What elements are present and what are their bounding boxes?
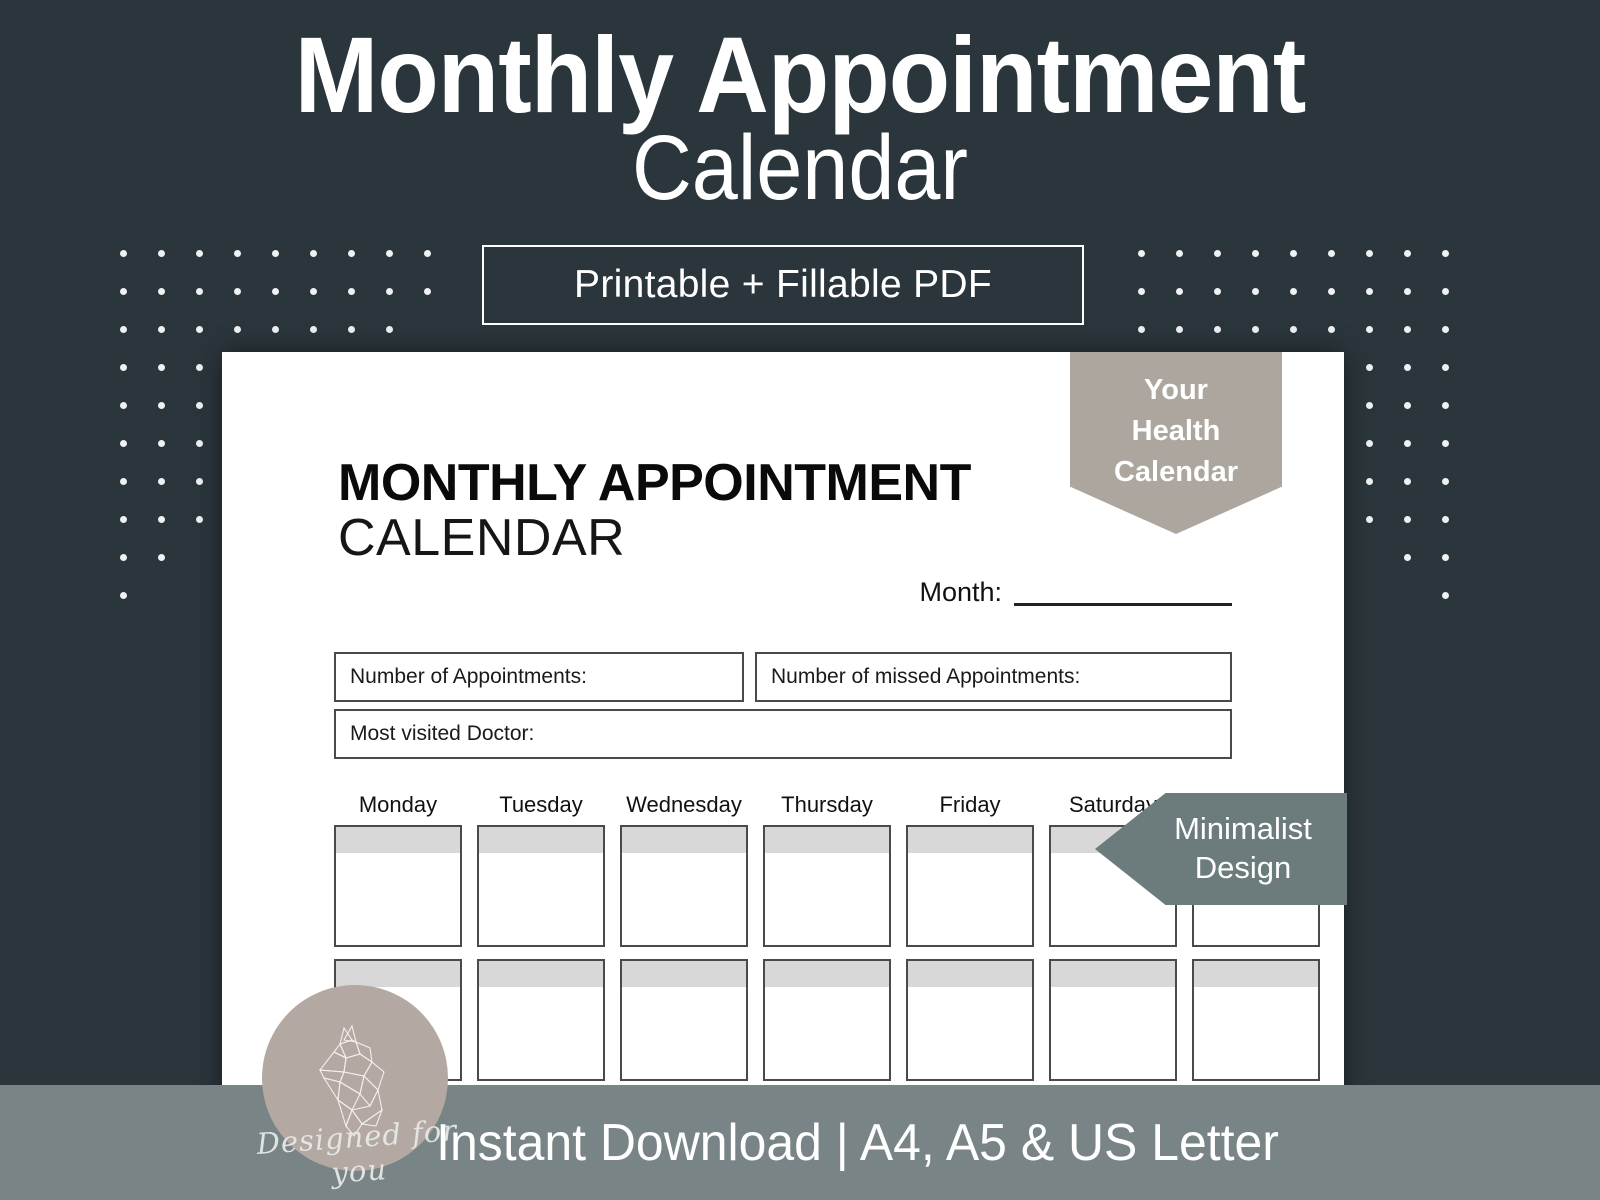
- calendar-day-cell[interactable]: [906, 825, 1034, 947]
- ribbon-your-health-calendar: Your Health Calendar: [1070, 352, 1282, 534]
- ribbon-health-line3: Calendar: [1113, 456, 1239, 489]
- header: Monthly Appointment Calendar: [0, 0, 1600, 216]
- summary-field-row-2: Most visited Doctor:: [334, 709, 1232, 759]
- month-label: Month:: [919, 577, 1002, 607]
- calendar-day-number-strip: [908, 827, 1032, 853]
- calendar-day-number-strip: [622, 827, 746, 853]
- month-field: Month:: [919, 577, 1232, 610]
- calendar-day-cell[interactable]: [1049, 959, 1177, 1081]
- calendar-day-number-strip: [336, 827, 460, 853]
- calendar-day-cell[interactable]: [620, 959, 748, 1081]
- calendar-day-number-strip: [622, 961, 746, 987]
- field-number-of-missed-appointments[interactable]: Number of missed Appointments:: [755, 652, 1232, 702]
- calendar-day-cell[interactable]: [906, 959, 1034, 1081]
- calendar-day-number-strip: [479, 827, 603, 853]
- field-most-visited-doctor[interactable]: Most visited Doctor:: [334, 709, 1232, 759]
- field-number-of-appointments[interactable]: Number of Appointments:: [334, 652, 744, 702]
- calendar-day-number-strip: [765, 961, 889, 987]
- field-label: Number of missed Appointments:: [771, 665, 1081, 688]
- calendar-day-cell[interactable]: [477, 825, 605, 947]
- calendar-day-number-strip: [908, 961, 1032, 987]
- calendar-day-number-strip: [479, 961, 603, 987]
- calendar-weekday-tuesday: Tuesday: [499, 792, 583, 817]
- calendar-day-cell[interactable]: [477, 959, 605, 1081]
- calendar-day-number-strip: [336, 961, 460, 987]
- format-badge-label: Printable + Fillable PDF: [574, 263, 992, 306]
- calendar-weekday-friday: Friday: [939, 792, 1001, 817]
- format-badge: Printable + Fillable PDF: [482, 245, 1084, 325]
- ribbon-minimalist-line2: Design: [1194, 850, 1292, 885]
- summary-field-row-1: Number of Appointments: Number of missed…: [334, 652, 1232, 702]
- document-title-light: CALENDAR: [338, 509, 626, 567]
- ribbon-health-line2: Health: [1131, 415, 1221, 448]
- calendar-day-cell[interactable]: [620, 825, 748, 947]
- calendar-day-number-strip: [1051, 961, 1175, 987]
- calendar-weekday-wednesday: Wednesday: [626, 792, 742, 817]
- calendar-weekday-monday: Monday: [358, 792, 438, 817]
- page-title-line1: Monthly Appointment: [294, 14, 1307, 135]
- document-title-bold: MONTHLY APPOINTMENT: [338, 454, 971, 512]
- field-label: Number of Appointments:: [350, 665, 587, 688]
- calendar-day-number-strip: [1194, 961, 1318, 987]
- calendar-day-cell[interactable]: [1192, 959, 1320, 1081]
- field-label: Most visited Doctor:: [350, 722, 535, 745]
- summary-fields: Number of Appointments: Number of missed…: [334, 652, 1232, 766]
- calendar-day-cell[interactable]: [763, 825, 891, 947]
- page-title-line2: Calendar: [631, 116, 969, 219]
- document-title: MONTHLY APPOINTMENT CALENDAR: [338, 457, 971, 566]
- calendar-day-cell[interactable]: [334, 825, 462, 947]
- ribbon-minimalist-line1: Minimalist: [1174, 811, 1312, 847]
- month-input-rule[interactable]: [1014, 603, 1232, 606]
- ribbon-health-line1: Your: [1144, 374, 1208, 406]
- calendar-weekday-thursday: Thursday: [781, 792, 873, 817]
- calendar-day-number-strip: [765, 827, 889, 853]
- calendar-day-cell[interactable]: [763, 959, 891, 1081]
